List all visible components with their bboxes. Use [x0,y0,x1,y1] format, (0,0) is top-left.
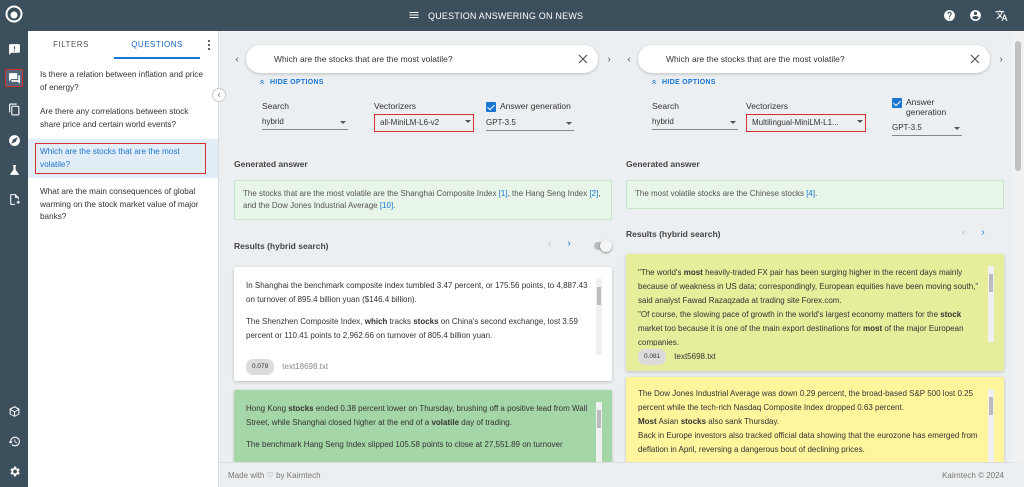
generated-answer: The most volatile stocks are the Chinese… [626,180,1004,209]
hamburger-menu-icon[interactable] [408,9,420,23]
result-filename[interactable]: text18698.txt [282,360,328,374]
result-filename[interactable]: text5698.txt [674,350,715,364]
page-scrollbar[interactable] [1012,31,1024,462]
result-card[interactable]: "The world's most heavily-traded FX pair… [626,254,1004,371]
generated-answer-title: Generated answer [234,159,308,169]
answer-generation-select[interactable]: GPT-3.5 [486,117,574,131]
card-scrollbar[interactable] [988,389,994,462]
rail-lab-icon[interactable] [5,161,23,179]
query-text: Which are the stocks that are the most v… [666,54,845,64]
score-badge: 0.081 [638,349,667,365]
next-arrow-icon[interactable]: › [604,53,614,65]
chevron-up-double-icon [652,79,656,85]
prev-arrow-icon[interactable]: ‹ [232,53,242,65]
card-scrollbar[interactable] [596,279,602,355]
main-content: ‹ Which are the stocks that are the most… [220,31,1012,462]
question-item-label: Which are the stocks that are the most v… [35,143,206,174]
top-bar: QUESTION ANSWERING ON NEWS [28,0,1024,31]
vectorizers-option: Vectorizers Multilingual-MiniLM-L1... [746,101,866,132]
kairntech-logo-icon[interactable] [5,5,23,23]
generated-answer-title: Generated answer [626,159,700,169]
results-next-icon[interactable]: › [567,238,570,249]
rail-history-icon[interactable] [5,432,23,450]
results-title: Results (hybrid search) [626,229,721,239]
tab-questions[interactable]: QUESTIONS [114,31,200,59]
results-toggle[interactable] [594,240,612,252]
results-prev-icon[interactable]: ‹ [962,227,965,238]
left-comparison-panel: ‹ Which are the stocks that are the most… [230,31,622,462]
question-item[interactable]: Are there any correlations between stock… [28,102,218,135]
answer-generation-checkbox[interactable] [892,98,902,108]
more-vert-icon[interactable] [206,39,212,51]
rail-settings-icon[interactable] [5,462,23,480]
card-scrollbar[interactable] [596,402,602,462]
rail-question-answering-icon[interactable] [5,69,23,87]
prev-arrow-icon[interactable]: ‹ [624,53,634,65]
question-item-selected[interactable]: Which are the stocks that are the most v… [28,139,218,178]
collapse-sidebar-button[interactable] [212,88,226,102]
result-card[interactable]: The Dow Jones Industrial Average was dow… [626,377,1004,462]
account-icon[interactable] [969,9,982,22]
sidebar-tabs: FILTERS QUESTIONS [28,31,218,59]
footer: Made with ♡ by Kairntech Kairntech © 202… [220,462,1012,487]
question-list: Is there a relation between inflation an… [28,65,218,228]
hide-options-button[interactable]: HIDE OPTIONS [650,78,716,86]
sidebar: FILTERS QUESTIONS Is there a relation be… [28,31,219,487]
answer-generation-option: Answer generation GPT-3.5 [486,101,574,131]
translate-icon[interactable] [995,9,1008,22]
clear-icon[interactable] [578,54,588,64]
question-item[interactable]: What are the main consequences of global… [28,182,218,228]
generated-answer: The stocks that are the most volatile ar… [234,180,612,220]
question-item[interactable]: Is there a relation between inflation an… [28,65,218,98]
footer-made-with: Made with ♡ by Kairntech [228,471,321,480]
results-prev-icon[interactable]: ‹ [548,238,551,249]
search-select[interactable]: hybrid [262,116,348,130]
rail-package-icon[interactable] [5,402,23,420]
query-text: Which are the stocks that are the most v… [274,54,453,64]
results-title: Results (hybrid search) [234,241,329,251]
citation-link[interactable]: [1] [499,189,508,198]
vectorizers-select[interactable]: all-MiniLM-L6-v2 [374,114,474,132]
rail-explore-icon[interactable] [5,131,23,149]
app-title: QUESTION ANSWERING ON NEWS [428,10,584,21]
tab-filters[interactable]: FILTERS [28,31,114,59]
clear-icon[interactable] [970,54,980,64]
citation-link[interactable]: [4] [806,189,815,198]
search-option: Search hybrid [262,101,348,130]
rail-chat-icon[interactable] [5,40,23,58]
result-card[interactable]: Hong Kong stocks ended 0.38 percent lowe… [234,390,612,462]
chevron-up-double-icon [260,79,264,85]
results-next-icon[interactable]: › [981,227,984,238]
rail-documents-icon[interactable] [5,100,23,118]
answer-generation-select[interactable]: GPT-3.5 [892,122,962,136]
help-icon[interactable] [943,9,956,22]
search-option: Search hybrid [652,101,738,130]
vectorizers-option: Vectorizers all-MiniLM-L6-v2 [374,101,474,132]
search-select[interactable]: hybrid [652,116,738,130]
rail-document-settings-icon[interactable] [5,190,23,208]
score-badge: 0.079 [246,359,275,375]
result-card[interactable]: In Shanghai the benchmark composite inde… [234,267,612,381]
answer-generation-option: Answer generation GPT-3.5 [892,97,962,136]
citation-link[interactable]: [10] [380,201,393,210]
query-input[interactable]: Which are the stocks that are the most v… [246,45,598,73]
page-scrollbar-thumb[interactable] [1015,41,1021,171]
query-input[interactable]: Which are the stocks that are the most v… [638,45,990,73]
right-comparison-panel: ‹ Which are the stocks that are the most… [622,31,1012,462]
card-scrollbar[interactable] [988,266,994,342]
answer-generation-checkbox[interactable] [486,102,496,112]
left-rail [0,0,28,487]
hide-options-button[interactable]: HIDE OPTIONS [258,78,324,86]
next-arrow-icon[interactable]: › [996,53,1006,65]
footer-copyright: Kairntech © 2024 [942,471,1004,480]
vectorizers-select[interactable]: Multilingual-MiniLM-L1... [746,114,866,132]
